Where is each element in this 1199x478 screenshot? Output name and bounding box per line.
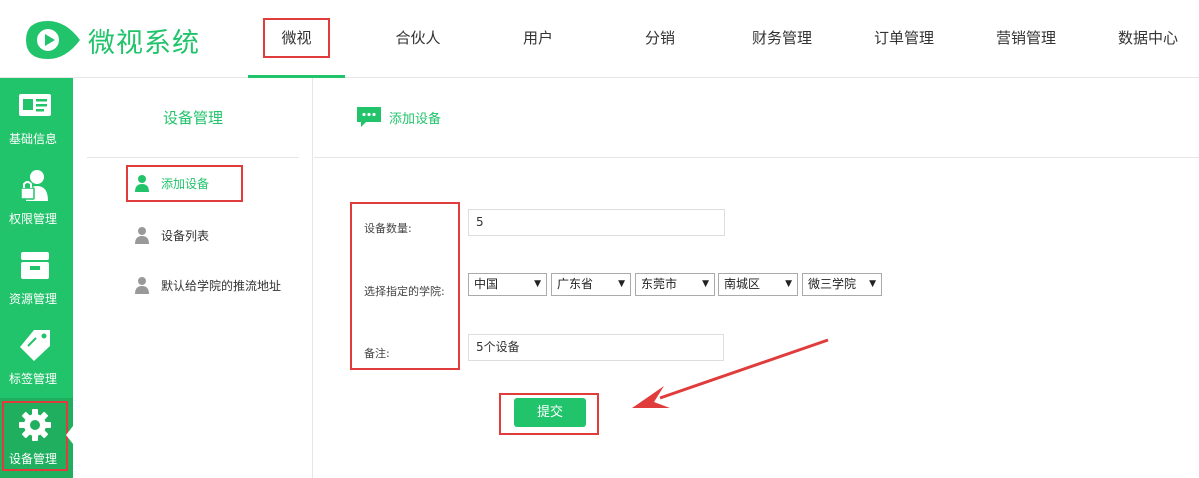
dropdown-arrow-icon: ▼ bbox=[785, 279, 792, 289]
district-select[interactable]: 南城区 ▼ bbox=[718, 273, 798, 296]
eye-logo-icon bbox=[26, 21, 80, 59]
nav-item-distribution[interactable]: 分销 bbox=[600, 0, 720, 78]
city-select[interactable]: 东莞市 ▼ bbox=[635, 273, 715, 296]
form-labels-group: 设备数量: 选择指定的学院: 备注: bbox=[350, 202, 460, 370]
active-pointer bbox=[66, 426, 73, 444]
dropdown-arrow-icon: ▼ bbox=[534, 279, 541, 289]
nav-item-finance[interactable]: 财务管理 bbox=[722, 0, 842, 78]
annotation-box bbox=[2, 401, 68, 471]
id-card-icon bbox=[19, 94, 51, 116]
page-title: 添加设备 bbox=[389, 112, 442, 127]
sidebar-item-basic-info[interactable]: 基础信息 bbox=[0, 78, 73, 158]
dropdown-arrow-icon: ▼ bbox=[869, 279, 876, 289]
nav-item-data-center[interactable]: 数据中心 bbox=[1088, 0, 1199, 78]
brand-logo[interactable]: 微视系统 bbox=[22, 14, 200, 66]
submenu-item-default-stream-url[interactable]: 默认给学院的推流地址 bbox=[133, 268, 281, 302]
top-header: 微视系统 微视 合伙人 用户 分销 财务管理 订单管理 营销管理 数据中心 bbox=[0, 0, 1199, 78]
top-nav: 微视 合伙人 用户 分销 财务管理 订单管理 营销管理 数据中心 bbox=[248, 0, 1199, 78]
device-count-label: 设备数量: bbox=[364, 222, 412, 235]
nav-item-orders[interactable]: 订单管理 bbox=[844, 0, 964, 78]
nav-item-users[interactable]: 用户 bbox=[478, 0, 598, 78]
annotation-arrow bbox=[632, 338, 829, 408]
note-label: 备注: bbox=[364, 347, 390, 360]
country-select[interactable]: 中国 ▼ bbox=[468, 273, 547, 296]
icon-sidebar: 基础信息 权限管理 资源管理 标签管理 设备管理 bbox=[0, 78, 73, 478]
province-select[interactable]: 广东省 ▼ bbox=[551, 273, 631, 296]
dropdown-arrow-icon: ▼ bbox=[702, 279, 709, 289]
college-select-label: 选择指定的学院: bbox=[364, 285, 445, 298]
sidebar-item-permissions[interactable]: 权限管理 bbox=[0, 158, 73, 238]
dropdown-arrow-icon: ▼ bbox=[618, 279, 625, 289]
user-lock-icon bbox=[20, 170, 48, 201]
sidebar-item-devices[interactable]: 设备管理 bbox=[0, 398, 73, 478]
main-header: 添加设备 bbox=[314, 78, 1199, 158]
nav-item-partner[interactable]: 合伙人 bbox=[358, 0, 478, 78]
archive-box-icon bbox=[21, 252, 49, 279]
sidebar-item-tags[interactable]: 标签管理 bbox=[0, 318, 73, 398]
nav-item-marketing[interactable]: 营销管理 bbox=[966, 0, 1086, 78]
device-count-input[interactable]: 5 bbox=[468, 209, 725, 236]
tag-icon bbox=[20, 330, 50, 361]
submenu: 设备管理 添加设备 设备列表 默认给学院的推流地址 bbox=[73, 78, 313, 478]
submit-button[interactable]: 提交 bbox=[514, 398, 586, 427]
brand-name: 微视系统 bbox=[88, 27, 200, 59]
chat-bubble-icon bbox=[357, 107, 381, 127]
person-icon bbox=[135, 277, 149, 294]
college-select[interactable]: 微三学院 ▼ bbox=[802, 273, 882, 296]
sidebar-item-resources[interactable]: 资源管理 bbox=[0, 238, 73, 318]
annotation-box bbox=[126, 165, 243, 202]
submenu-item-device-list[interactable]: 设备列表 bbox=[133, 218, 209, 252]
person-icon bbox=[135, 227, 149, 244]
nav-item-weishi[interactable]: 微视 bbox=[248, 0, 345, 78]
submenu-title: 设备管理 bbox=[87, 78, 299, 158]
